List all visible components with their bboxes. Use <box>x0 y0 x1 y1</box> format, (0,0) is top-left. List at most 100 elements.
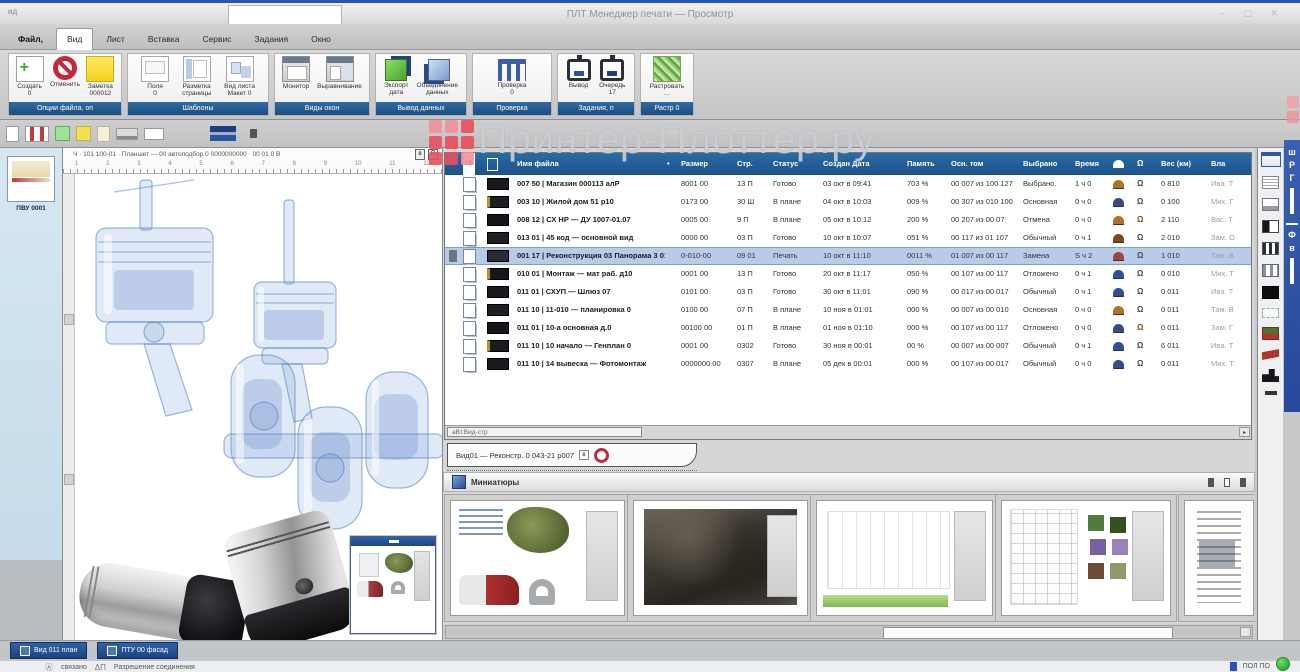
ribbon-tab-service[interactable]: Сервис <box>192 30 241 49</box>
panel-button-3[interactable] <box>1240 478 1246 487</box>
ribbon-tab-jobs[interactable]: Задания <box>245 30 299 49</box>
sort-view-icon[interactable] <box>1262 176 1279 189</box>
scroll-button[interactable] <box>1240 627 1251 637</box>
ribbon-button-align[interactable]: Выравнивание <box>317 56 362 90</box>
sheet-tab-1[interactable]: Вид 011 план <box>10 642 87 659</box>
table-row[interactable]: 011 01 | СХУП — Шлюз 070101 0003 ПГотово… <box>445 283 1251 301</box>
viewport-mini-icon[interactable]: в <box>415 149 425 160</box>
page-icon[interactable] <box>6 126 19 142</box>
ribbon-button-queue[interactable]: Очередь 17 <box>599 56 625 96</box>
marks-icon[interactable] <box>25 126 49 142</box>
column-header-corner[interactable] <box>445 153 461 175</box>
ribbon-tab-insert[interactable]: Вставка <box>138 30 190 49</box>
record-icon[interactable] <box>594 448 609 463</box>
window-controls[interactable]: – ▢ ✕ <box>1220 8 1286 19</box>
black-view-icon[interactable] <box>1262 286 1279 299</box>
panel-tab-glyph[interactable]: Р <box>1284 160 1300 170</box>
column-header-printer[interactable] <box>1111 153 1135 175</box>
mini1-icon[interactable] <box>116 128 138 140</box>
preview-title-bar[interactable] <box>351 537 435 546</box>
table-row[interactable]: 001 17 | Реконструкция 03 Панорама 3 01-… <box>445 247 1251 265</box>
ribbon-tab-window[interactable]: Окно <box>301 30 341 49</box>
cols2-view-icon[interactable] <box>1262 264 1279 277</box>
column-header-name[interactable]: Имя файла <box>515 153 665 175</box>
green-icon[interactable] <box>55 126 70 141</box>
ribbon-tab-file[interactable]: Файл, <box>8 30 53 49</box>
collapsed-panel-bar[interactable]: шРГ Фв <box>1284 140 1300 412</box>
ribbon-button-fields[interactable]: Поля 0 <box>141 56 169 97</box>
ribbon-button-cancel[interactable]: Отменить <box>50 56 80 88</box>
column-header-action[interactable]: Выбрано <box>1021 153 1073 175</box>
scroll-thumb[interactable] <box>64 474 74 485</box>
column-header-doc[interactable] <box>485 153 515 175</box>
page-thumbnail-2[interactable] <box>633 500 808 616</box>
tray-view-icon[interactable] <box>1262 198 1279 211</box>
column-header-fd[interactable]: FD <box>461 153 485 175</box>
table-row[interactable]: 011 10 | 11-010 — планировка 00100 0007 … <box>445 301 1251 319</box>
yellow-icon[interactable] <box>76 126 91 141</box>
scroll-thumb[interactable]: аВт.Вид-стр <box>447 427 642 437</box>
palette-view-icon[interactable] <box>1262 327 1279 340</box>
column-header-copies[interactable]: Время <box>1073 153 1111 175</box>
column-header-volume[interactable]: Осн. том <box>949 153 1021 175</box>
page-thumbnail-1[interactable] <box>450 500 625 616</box>
panel-tab-glyph[interactable]: в <box>1284 243 1300 253</box>
panel-button-2[interactable] <box>1224 478 1230 487</box>
ribbon-button-output[interactable]: Вывод <box>567 56 591 89</box>
panel-tab-glyph[interactable]: Г <box>1284 173 1300 183</box>
ribbon-button-check[interactable]: Проверка 0 <box>497 56 526 96</box>
ribbon-button-merge[interactable]: Объединение данных <box>416 56 458 96</box>
thumbnails-scrollbar[interactable] <box>445 625 1253 639</box>
page-thumbnail-4[interactable] <box>1001 500 1171 616</box>
table-row[interactable]: 008 12 | СХ НР — ДУ 1007-01.070005 009 П… <box>445 211 1251 229</box>
column-header-status[interactable]: Статус <box>771 153 821 175</box>
page-thumbnail-3[interactable] <box>816 500 993 616</box>
sidebar-page-thumbnail[interactable] <box>7 156 55 202</box>
panel-button-1[interactable] <box>1208 478 1214 487</box>
ribbon-tab-view[interactable]: Вид <box>56 28 93 50</box>
ribbon-button-create[interactable]: Создать 0 <box>16 56 44 97</box>
tinyb-icon[interactable] <box>250 129 257 138</box>
ribbon-tab-sheet[interactable]: Лист <box>96 30 134 49</box>
column-header-owner[interactable]: Вла <box>1209 153 1245 175</box>
table-row[interactable]: 010 01 | Монтаж — мат раб. д100001 0013 … <box>445 265 1251 283</box>
scroll-thumb[interactable] <box>64 314 74 325</box>
table-horizontal-scrollbar[interactable]: аВт.Вид-стр ▸ <box>445 425 1251 439</box>
column-header-weight[interactable]: Вес (км) <box>1159 153 1209 175</box>
column-header-memory[interactable]: Память <box>905 153 949 175</box>
page-thumbnail-5[interactable] <box>1184 500 1254 616</box>
mini2-icon[interactable] <box>144 128 164 140</box>
column-header-dot[interactable]: • <box>665 153 679 175</box>
ribbon-button-layout[interactable]: Разметка страницы <box>182 56 211 97</box>
drawing-viewport[interactable]: Ч · 101 100-01 · Планшет — 00 автоподбор… <box>62 148 443 640</box>
cols-view-icon[interactable] <box>1262 242 1279 255</box>
flag-view-icon[interactable] <box>1262 349 1279 360</box>
panel-tab-glyph[interactable]: ш <box>1284 147 1300 157</box>
ribbon-button-raster[interactable]: Растровать … <box>650 56 684 97</box>
table-row[interactable]: 007 50 | Магазин 000113 алР8001 0013 ПГо… <box>445 175 1251 193</box>
scroll-thumb[interactable] <box>883 627 1173 639</box>
table-row[interactable]: 011 10 | 10 начало — Генплан 00001 00030… <box>445 337 1251 355</box>
viewport-mini-icon[interactable]: П <box>428 149 438 160</box>
cols-dark-view-icon[interactable] <box>1262 220 1279 233</box>
ribbon-button-note[interactable]: Заметка 000012 <box>86 56 114 97</box>
panel-tab-glyph[interactable]: Ф <box>1284 230 1300 240</box>
dash-view-icon[interactable] <box>1265 391 1277 395</box>
quick-access-box[interactable] <box>228 5 342 26</box>
ribbon-button-monitor[interactable]: Монитор <box>282 56 310 90</box>
column-header-created[interactable]: Создан Дата <box>821 153 905 175</box>
table-row[interactable]: 011 10 | 14 вывеска — Фотомонтаж0000000 … <box>445 355 1251 373</box>
column-header-pages[interactable]: Стр. <box>735 153 771 175</box>
table-row[interactable]: 011 01 | 10-а основная д.000100 0001 ПВ … <box>445 319 1251 337</box>
table-row[interactable]: 013 01 | 45 код — основной вид0000 0003 … <box>445 229 1251 247</box>
scroll-right-button[interactable]: ▸ <box>1239 427 1250 437</box>
dotted-view-icon[interactable] <box>1262 308 1279 318</box>
steps-view-icon[interactable] <box>1262 369 1279 382</box>
bars-icon[interactable] <box>210 126 236 141</box>
sheet-tab-2[interactable]: ПТУ 00 фасад <box>97 642 178 659</box>
active-file-tab[interactable]: Вид01 — Реконстр. 0 043-21 р007 в <box>447 443 697 467</box>
ribbon-button-export[interactable]: Экспорт дата <box>384 56 408 96</box>
table-view-icon[interactable] <box>1261 152 1281 167</box>
table-row[interactable]: 003 10 | Жилой дом 51 р100173 0030 ШВ пл… <box>445 193 1251 211</box>
floating-preview-window[interactable] <box>350 536 436 634</box>
